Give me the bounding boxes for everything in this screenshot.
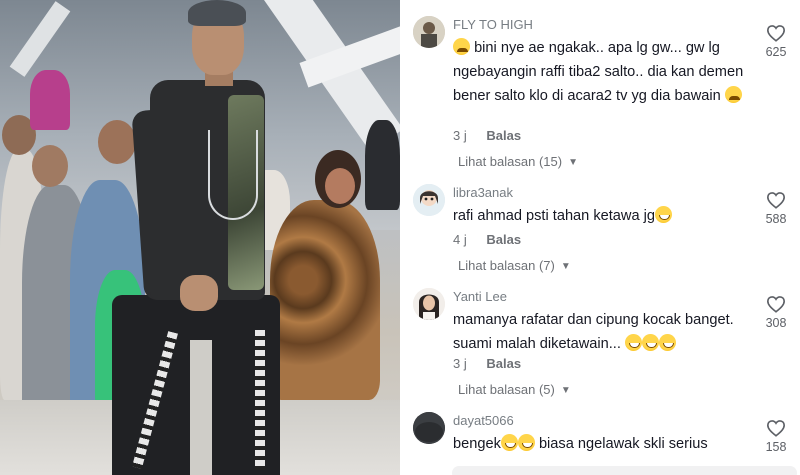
comment-text: bengek biasa ngelawak skli serius — [453, 432, 753, 456]
grinning-face-emoji — [658, 334, 676, 351]
comment-body-start: bengek — [453, 436, 501, 452]
like-button[interactable] — [763, 191, 789, 209]
comment-time: 3 j — [453, 356, 467, 371]
audience-member — [365, 120, 400, 210]
comment-text: mamanya rafatar dan cipung kocak banget.… — [453, 308, 753, 356]
comment-item: FLY TO HIGH bini nye ae ngakak.. apa lg … — [413, 16, 793, 176]
audience-head — [98, 120, 136, 164]
comment-item: libra3anak rafi ahmad psti tahan ketawa … — [413, 184, 793, 280]
comment-username[interactable]: libra3anak — [453, 185, 513, 200]
view-replies-label: Lihat balasan (15) — [458, 154, 563, 169]
avatar[interactable] — [413, 16, 445, 48]
reply-button[interactable]: Balas — [486, 128, 521, 143]
view-replies-link[interactable]: Lihat balasan (5) ▼ — [458, 382, 571, 397]
trouser-stripe — [255, 330, 265, 470]
like-button[interactable] — [763, 24, 789, 42]
model-hand — [180, 275, 218, 311]
crying-face-emoji — [453, 38, 470, 55]
comment-time: 4 j — [453, 232, 467, 247]
audience-member — [30, 70, 70, 130]
comment-meta: 3 j Balas — [453, 356, 521, 371]
avatar-image — [413, 412, 445, 444]
heart-icon — [766, 25, 786, 42]
comment-text: rafi ahmad psti tahan ketawa jg — [453, 204, 753, 228]
avatar[interactable] — [413, 412, 445, 444]
view-replies-label: Lihat balasan (5) — [458, 382, 555, 397]
audience-member — [270, 200, 380, 400]
comment-username[interactable]: FLY TO HIGH — [453, 17, 533, 32]
comment-text: bini nye ae ngakak.. apa lg gw... gw lg … — [453, 36, 753, 108]
comment-item: Yanti Lee mamanya rafatar dan cipung koc… — [413, 288, 793, 404]
audience-head — [325, 168, 355, 204]
comment-body: rafi ahmad psti tahan ketawa jg — [453, 208, 655, 224]
reply-button[interactable]: Balas — [486, 232, 521, 247]
tears-of-joy-emoji — [517, 434, 535, 451]
reply-button[interactable]: Balas — [486, 356, 521, 371]
grinning-face-emoji — [624, 334, 642, 351]
avatar[interactable] — [413, 288, 445, 320]
heart-icon — [766, 192, 786, 209]
avatar-image — [413, 288, 445, 320]
tears-of-joy-emoji — [500, 434, 518, 451]
like-button[interactable] — [763, 295, 789, 313]
video-player[interactable] — [0, 0, 400, 475]
like-count: 158 — [765, 440, 787, 454]
grinning-face-emoji — [641, 334, 659, 351]
heart-icon — [766, 296, 786, 313]
avatar-image — [413, 184, 445, 216]
comments-panel[interactable]: FLY TO HIGH bini nye ae ngakak.. apa lg … — [400, 0, 800, 475]
chevron-down-icon: ▼ — [560, 261, 571, 272]
like-count: 588 — [765, 212, 787, 226]
leg-gap — [190, 340, 212, 475]
avatar-image — [413, 16, 445, 48]
like-count: 308 — [765, 316, 787, 330]
crying-face-emoji — [724, 86, 742, 103]
comment-body-end: biasa ngelawak skli serius — [534, 436, 708, 452]
comment-body: mamanya rafatar dan cipung kocak banget.… — [453, 312, 734, 352]
grinning-face-emoji — [655, 206, 672, 223]
heart-icon — [766, 420, 786, 437]
like-count: 625 — [765, 45, 787, 59]
comment-meta: 4 j Balas — [453, 232, 521, 247]
audience-head — [32, 145, 68, 187]
view-replies-link[interactable]: Lihat balasan (15) ▼ — [458, 154, 578, 169]
avatar[interactable] — [413, 184, 445, 216]
chevron-down-icon: ▼ — [568, 157, 578, 168]
comment-body: bini nye ae ngakak.. apa lg gw... gw lg … — [453, 40, 744, 104]
comment-time: 3 j — [453, 128, 467, 143]
next-comment-placeholder — [452, 466, 797, 475]
comment-username[interactable]: Yanti Lee — [453, 289, 507, 304]
model-hair — [188, 0, 246, 26]
comment-username[interactable]: dayat5066 — [453, 413, 514, 428]
like-button[interactable] — [763, 419, 789, 437]
comment-meta: 3 j Balas — [453, 128, 521, 143]
view-replies-label: Lihat balasan (7) — [458, 258, 555, 273]
shirt-chain — [208, 130, 258, 220]
chevron-down-icon: ▼ — [560, 385, 571, 396]
view-replies-link[interactable]: Lihat balasan (7) ▼ — [458, 258, 571, 273]
